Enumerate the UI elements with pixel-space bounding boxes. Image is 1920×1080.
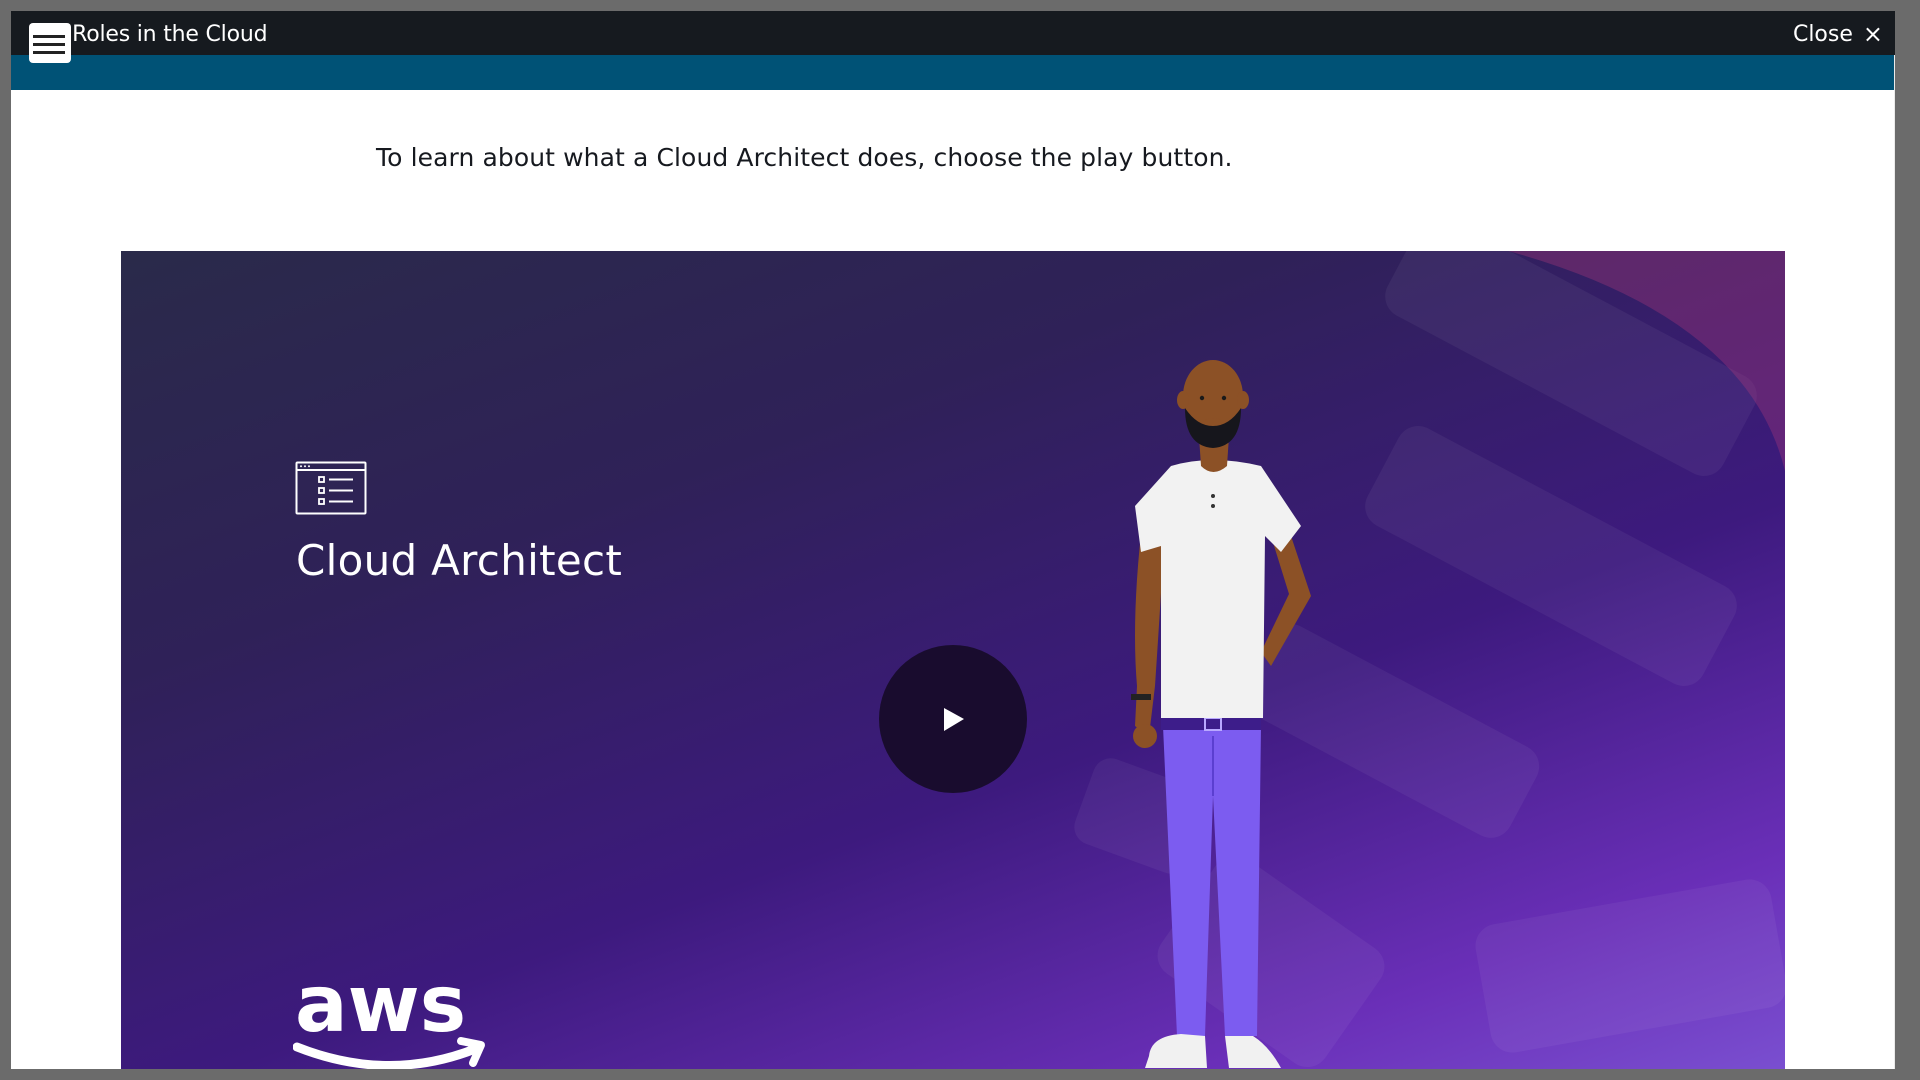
cloud-architect-illustration: [1131, 360, 1311, 1068]
hamburger-menu-button[interactable]: [29, 23, 71, 63]
play-icon: [944, 708, 964, 731]
video-title: Cloud Architect: [296, 536, 623, 585]
close-label: Close: [1792, 21, 1853, 47]
hamburger-menu-icon: [33, 35, 65, 38]
close-button[interactable]: Close ×: [1789, 19, 1887, 49]
video-player[interactable]: Cloud Architect aws: [121, 251, 1785, 1069]
document-list-icon: [295, 461, 367, 515]
vertical-scrollbar[interactable]: ▲ ▼: [1894, 55, 1895, 1069]
aws-logo-text: aws: [295, 963, 466, 1050]
hamburger-line: [33, 43, 65, 46]
play-button[interactable]: [879, 645, 1027, 793]
instruction-text: To learn about what a Cloud Architect do…: [376, 143, 1233, 172]
course-nav-bar: [11, 55, 1894, 90]
modal-dialog: Job Roles in the Cloud Close × To learn …: [11, 11, 1895, 1069]
lesson-content: To learn about what a Cloud Architect do…: [11, 90, 1894, 1069]
close-icon: ×: [1862, 20, 1883, 48]
aws-logo: aws: [293, 963, 485, 1069]
hamburger-line: [33, 51, 65, 54]
modal-title-bar: Job Roles in the Cloud Close ×: [11, 11, 1895, 55]
